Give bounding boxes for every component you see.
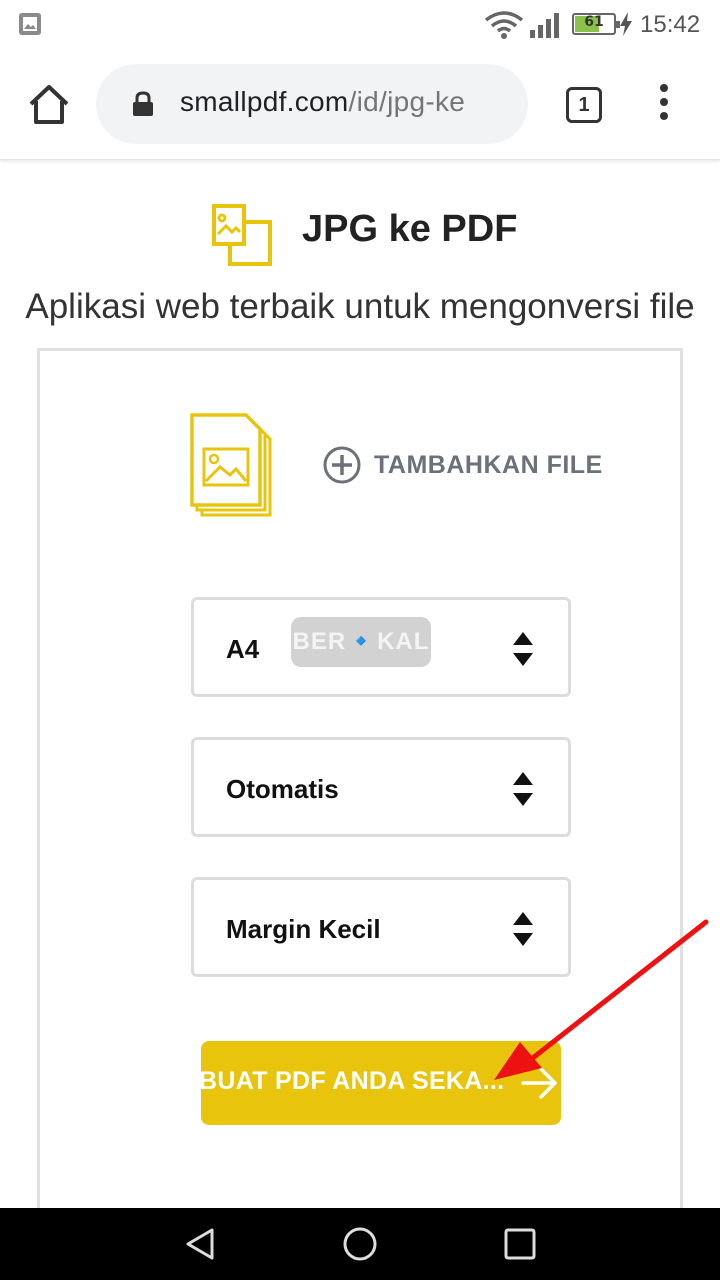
- clock: 15:42: [640, 11, 701, 38]
- url-text: smallpdf.com/id/jpg-ke: [180, 86, 465, 118]
- create-pdf-label: BUAT PDF ANDA SEKA...: [201, 1067, 505, 1095]
- page-title: JPG ke PDF: [302, 208, 518, 250]
- converter-panel: TAMBAHKAN FILE A4 BER🔹KAL Otomatis Margi…: [37, 348, 683, 1228]
- home-icon[interactable]: [26, 82, 72, 128]
- battery-icon: 61: [572, 13, 620, 35]
- plus-circle-icon: [323, 446, 361, 484]
- more-menu-icon[interactable]: [652, 84, 676, 128]
- page-size-value: A4: [226, 634, 260, 664]
- sort-arrows-icon: [513, 912, 533, 946]
- home-circle-icon[interactable]: [342, 1226, 378, 1262]
- wifi-icon: [484, 11, 524, 39]
- add-file-button[interactable]: TAMBAHKAN FILE: [322, 445, 603, 485]
- watermark-text: BER🔹KAL: [292, 628, 430, 655]
- tab-switcher-button[interactable]: 1: [566, 87, 602, 123]
- jpg-to-pdf-icon: [212, 204, 272, 266]
- recent-apps-icon[interactable]: [502, 1226, 538, 1262]
- create-pdf-button[interactable]: BUAT PDF ANDA SEKA...: [201, 1041, 561, 1125]
- address-bar[interactable]: smallpdf.com/id/jpg-ke: [96, 64, 528, 144]
- lock-icon: [133, 91, 153, 116]
- back-icon[interactable]: [182, 1226, 218, 1262]
- page-header: JPG ke PDF: [0, 198, 720, 268]
- watermark-badge: BER🔹KAL: [291, 617, 431, 667]
- gallery-notification-icon: [19, 13, 41, 35]
- system-nav-bar: [0, 1208, 720, 1280]
- margin-value: Margin Kecil: [226, 914, 381, 944]
- page-subtitle: Aplikasi web terbaik untuk mengonversi f…: [25, 287, 695, 326]
- margin-select[interactable]: Margin Kecil: [191, 877, 571, 977]
- orientation-value: Otomatis: [226, 774, 339, 804]
- url-path: /id/jpg-ke: [348, 86, 466, 117]
- sort-arrows-icon: [513, 772, 533, 806]
- browser-toolbar: smallpdf.com/id/jpg-ke 1: [0, 52, 720, 160]
- signal-icon: [530, 13, 559, 38]
- add-file-label: TAMBAHKAN FILE: [374, 450, 603, 479]
- charging-icon: [620, 12, 632, 36]
- orientation-select[interactable]: Otomatis: [191, 737, 571, 837]
- battery-level: 61: [584, 14, 604, 30]
- sort-arrows-icon: [513, 632, 533, 666]
- arrow-right-icon: [521, 1067, 557, 1099]
- status-bar: 61 15:42: [0, 0, 720, 52]
- page-size-select[interactable]: A4 BER🔹KAL: [191, 597, 571, 697]
- image-file-stack-icon: [190, 413, 272, 517]
- url-host: smallpdf.com: [180, 86, 349, 117]
